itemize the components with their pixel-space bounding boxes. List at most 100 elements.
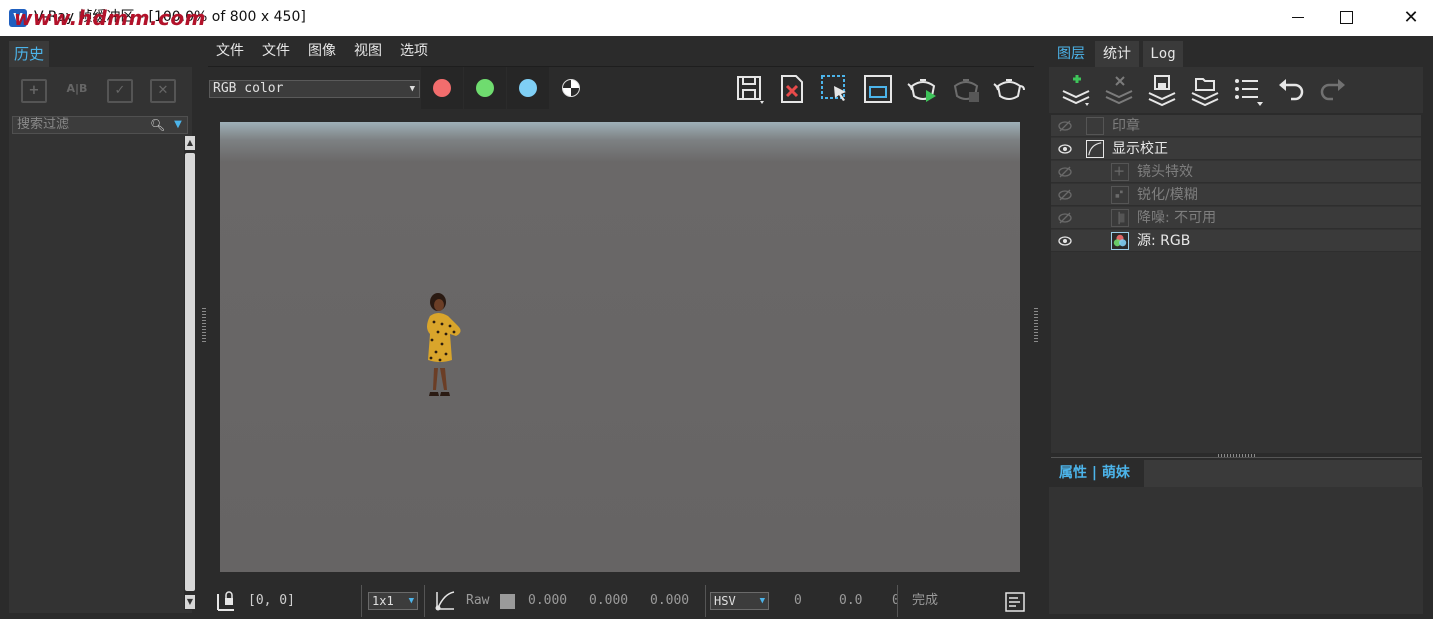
menu-image[interactable]: 图像 bbox=[308, 42, 336, 60]
follow-mouse-icon[interactable] bbox=[861, 72, 895, 106]
right-splitter-handle[interactable] bbox=[1034, 308, 1038, 344]
minimize-button[interactable] bbox=[1275, 0, 1321, 36]
add-history-icon[interactable]: + bbox=[21, 79, 47, 103]
layer-name: 显示校正 bbox=[1112, 141, 1168, 157]
close-button[interactable]: ✕ bbox=[1388, 0, 1433, 36]
status-divider bbox=[897, 585, 898, 617]
color-mode-value: HSV bbox=[714, 594, 736, 608]
eye-visible-icon[interactable] bbox=[1057, 142, 1073, 156]
redo-icon[interactable] bbox=[1315, 73, 1349, 107]
scroll-thumb[interactable] bbox=[185, 153, 195, 591]
scroll-down-icon[interactable]: ▼ bbox=[185, 595, 195, 609]
tab-properties[interactable]: 属性 | 萌妹 bbox=[1051, 460, 1144, 487]
region-render-icon[interactable] bbox=[818, 72, 852, 106]
layer-row-sharpen-blur[interactable]: 锐化/模糊 bbox=[1051, 184, 1421, 206]
red-dot-icon bbox=[433, 79, 451, 97]
channel-select[interactable]: RGB color ▼ bbox=[209, 80, 420, 98]
status-divider bbox=[424, 585, 425, 617]
remove-layer-icon[interactable] bbox=[1102, 73, 1136, 107]
layers-list: 印章 显示校正 镜头特效 锐化/模糊 降噪: 不可用 源: RGB bbox=[1051, 115, 1421, 453]
layers-toolbar bbox=[1049, 67, 1423, 113]
chevron-down-icon: ▼ bbox=[759, 596, 765, 606]
render-icon[interactable] bbox=[992, 72, 1026, 106]
hsv-value-h: 0 bbox=[794, 593, 802, 608]
raw-color-swatch bbox=[500, 594, 515, 609]
channel-select-value: RGB color bbox=[213, 81, 284, 96]
layer-row-lens-effects[interactable]: 镜头特效 bbox=[1051, 161, 1421, 183]
rendered-figure bbox=[427, 293, 461, 396]
render-log-icon[interactable] bbox=[1005, 592, 1025, 612]
color-mode-select[interactable]: HSV ▼ bbox=[710, 592, 769, 610]
layer-row-stamp[interactable]: 印章 bbox=[1051, 115, 1421, 137]
stop-render-icon[interactable] bbox=[949, 72, 983, 106]
load-layers-icon[interactable] bbox=[1188, 73, 1222, 107]
history-body: + A|B ✓ ✕ 🔍︎ ▼ ▲ ▼ bbox=[9, 67, 196, 613]
layer-name: 降噪: 不可用 bbox=[1137, 210, 1217, 226]
clear-image-icon[interactable] bbox=[775, 72, 809, 106]
alpha-channel-button[interactable] bbox=[550, 67, 592, 109]
layer-row-denoise[interactable]: 降噪: 不可用 bbox=[1051, 207, 1421, 229]
menu-options[interactable]: 选项 bbox=[400, 42, 428, 60]
stamp-icon bbox=[1086, 117, 1104, 135]
search-input[interactable] bbox=[17, 117, 147, 133]
rgb-value-r: 0.000 bbox=[528, 593, 568, 608]
properties-divider bbox=[1051, 457, 1422, 458]
green-channel-button[interactable] bbox=[464, 67, 506, 109]
menu-file[interactable]: 文件 bbox=[216, 42, 244, 60]
eye-hidden-icon[interactable] bbox=[1057, 211, 1073, 225]
maximize-button[interactable] bbox=[1322, 0, 1368, 36]
layer-name: 锐化/模糊 bbox=[1137, 187, 1198, 203]
chevron-down-icon[interactable]: ▼ bbox=[171, 118, 185, 132]
layer-row-source-rgb[interactable]: 源: RGB bbox=[1051, 230, 1421, 252]
properties-body bbox=[1049, 487, 1423, 614]
zoom-select[interactable]: 1x1 ▼ bbox=[368, 592, 418, 610]
menu-view[interactable]: 视图 bbox=[354, 42, 382, 60]
green-dot-icon bbox=[476, 79, 494, 97]
tab-history[interactable]: 历史 bbox=[9, 41, 49, 67]
chevron-down-icon: ▼ bbox=[408, 596, 414, 606]
eye-visible-icon[interactable] bbox=[1057, 234, 1073, 248]
blue-channel-button[interactable] bbox=[507, 67, 549, 109]
chevron-down-icon: ▼ bbox=[409, 84, 415, 94]
status-bar: [0, 0] 1x1 ▼ Raw 0.000 0.000 0.000 HSV ▼… bbox=[208, 582, 1034, 619]
watermark-text: www.hdmm.com bbox=[14, 6, 207, 30]
eye-hidden-icon[interactable] bbox=[1057, 188, 1073, 202]
undo-icon[interactable] bbox=[1275, 73, 1309, 107]
menu-bar: 文件 文件 图像 视图 选项 bbox=[208, 36, 1034, 66]
tab-log[interactable]: Log bbox=[1143, 41, 1183, 67]
sharpen-icon bbox=[1111, 186, 1129, 204]
add-layer-icon[interactable] bbox=[1059, 73, 1093, 107]
raw-label: Raw bbox=[466, 593, 490, 608]
render-interactive-icon[interactable] bbox=[906, 72, 940, 106]
pixel-lock-icon[interactable] bbox=[216, 590, 236, 612]
layer-row-display-correction[interactable]: 显示校正 bbox=[1051, 138, 1421, 160]
color-curve-icon[interactable] bbox=[434, 590, 456, 612]
source-rgb-icon bbox=[1111, 232, 1129, 250]
hsv-value-s: 0.0 bbox=[839, 593, 863, 608]
search-icon[interactable]: 🔍︎ bbox=[150, 118, 165, 132]
remove-history-icon[interactable]: ✕ bbox=[150, 79, 176, 103]
menu-file-2[interactable]: 文件 bbox=[262, 42, 290, 60]
tab-layers[interactable]: 图层 bbox=[1051, 41, 1091, 67]
tab-stats[interactable]: 统计 bbox=[1095, 41, 1139, 67]
scroll-up-icon[interactable]: ▲ bbox=[185, 136, 195, 150]
eye-hidden-icon[interactable] bbox=[1057, 119, 1073, 133]
red-channel-button[interactable] bbox=[421, 67, 463, 109]
rgb-value-g: 0.000 bbox=[589, 593, 629, 608]
render-viewport[interactable] bbox=[220, 122, 1020, 572]
history-panel: 历史 + A|B ✓ ✕ 🔍︎ ▼ ▲ ▼ bbox=[0, 36, 200, 619]
eye-hidden-icon[interactable] bbox=[1057, 165, 1073, 179]
load-history-icon[interactable]: ✓ bbox=[107, 79, 133, 103]
alpha-icon bbox=[562, 79, 580, 97]
layer-name: 印章 bbox=[1112, 118, 1140, 134]
layer-list-icon[interactable] bbox=[1231, 73, 1265, 107]
lens-effects-icon bbox=[1111, 163, 1129, 181]
save-layers-icon[interactable] bbox=[1145, 73, 1179, 107]
history-scrollbar[interactable]: ▲ ▼ bbox=[184, 136, 196, 610]
pixel-coords: [0, 0] bbox=[248, 593, 295, 608]
ab-compare-icon[interactable]: A|B bbox=[64, 79, 90, 103]
history-search[interactable]: 🔍︎ ▼ bbox=[12, 116, 188, 134]
left-splitter-handle[interactable] bbox=[202, 308, 206, 344]
curve-icon bbox=[1086, 140, 1104, 158]
save-image-icon[interactable] bbox=[733, 72, 767, 106]
